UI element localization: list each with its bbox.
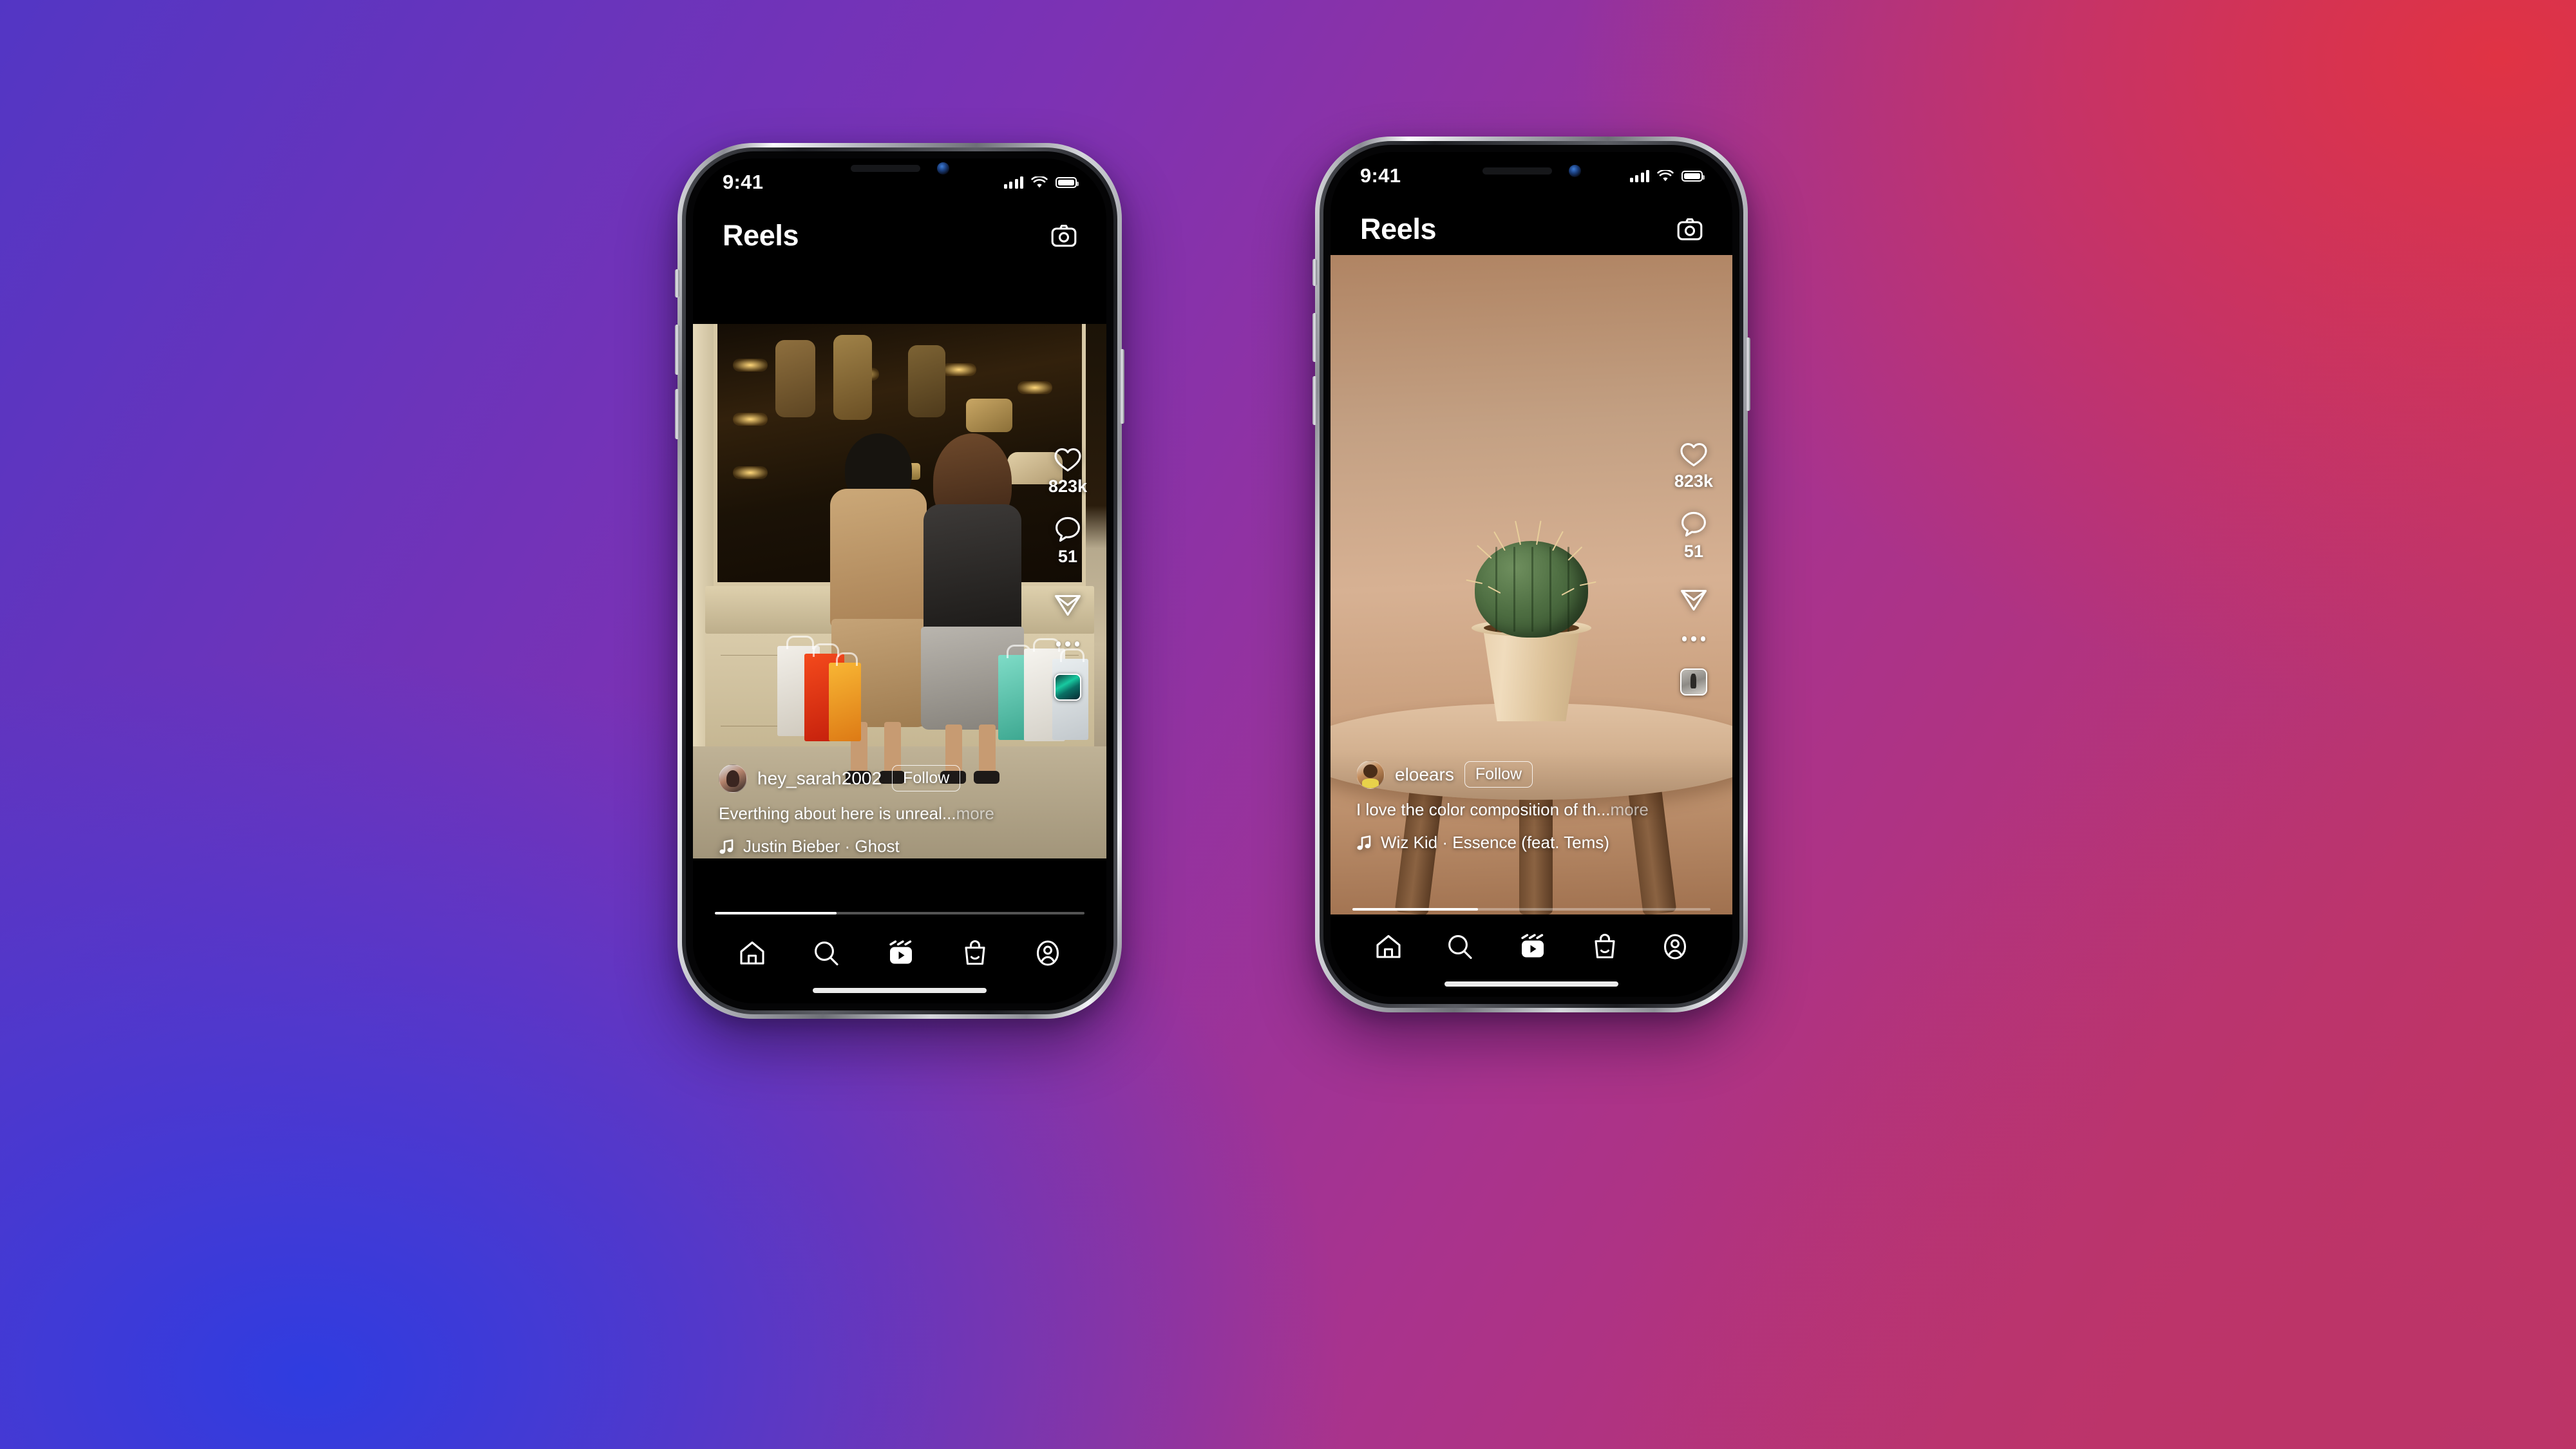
volume-up-button[interactable] (1312, 313, 1317, 362)
comment-count: 51 (1057, 547, 1077, 566)
reel-viewport-left[interactable]: 823k 51 hey_sarah2002 Follow Everthing a… (693, 261, 1106, 921)
signal-bars-icon (1003, 176, 1023, 189)
follow-button[interactable]: Follow (892, 764, 961, 792)
sidebar-item-search[interactable] (1446, 933, 1473, 960)
music-note-icon (1357, 835, 1371, 850)
power-button[interactable] (1120, 349, 1124, 424)
sidebar-item-search[interactable] (813, 940, 840, 967)
home-indicator[interactable] (1444, 981, 1618, 987)
page-title: Reels (1360, 213, 1437, 245)
sidebar-item-reels[interactable] (887, 940, 915, 966)
follow-button[interactable]: Follow (1464, 761, 1533, 788)
status-time: 9:41 (723, 171, 764, 193)
caption-more-link[interactable]: more (956, 804, 994, 823)
like-action[interactable]: 823k (1674, 442, 1713, 491)
caption-body: I love the color composition of th... (1356, 799, 1611, 819)
action-rail-left: 823k 51 (1048, 447, 1087, 701)
caption-more-link[interactable]: more (1611, 800, 1649, 819)
reel-progress-bar[interactable] (715, 912, 1084, 914)
sidebar-item-profile[interactable] (1662, 933, 1688, 960)
mockup-stage: 9:41 Reels 823k 51 hey_sarah2002 Follow … (0, 0, 2576, 1449)
more-options-icon[interactable] (1056, 641, 1080, 647)
battery-icon (1681, 170, 1705, 182)
music-note-icon (719, 838, 734, 854)
phone-mockup-left: 9:41 Reels 823k 51 hey_sarah2002 Follow … (675, 143, 1124, 1019)
phone-screen-left: 9:41 Reels 823k 51 hey_sarah2002 Follow … (693, 158, 1106, 1003)
avatar[interactable] (719, 764, 747, 793)
album-art-thumbnail[interactable] (1680, 668, 1707, 696)
comment-action[interactable]: 51 (1054, 516, 1081, 567)
phone-screen-right: 9:41 Reels 823k 51 eloears Follow I love… (1331, 152, 1732, 997)
camera-icon[interactable] (1051, 224, 1077, 247)
reel-progress-fill (1352, 908, 1478, 911)
camera-icon[interactable] (1677, 218, 1703, 241)
reel-progress-bar[interactable] (1352, 908, 1710, 911)
signal-bars-icon (1629, 169, 1649, 182)
reel-progress-fill (715, 912, 837, 914)
post-info-left: hey_sarah2002 Follow Everthing about her… (693, 764, 1106, 857)
wifi-icon (1657, 169, 1674, 181)
like-count: 823k (1048, 477, 1087, 496)
battery-icon (1056, 176, 1079, 188)
comment-count: 51 (1683, 542, 1703, 561)
status-bar-right: 9:41 (1331, 152, 1732, 200)
reel-viewport-right[interactable]: 823k 51 eloears Follow I love the color … (1331, 255, 1732, 914)
page-title: Reels (723, 219, 799, 252)
more-options-icon[interactable] (1681, 636, 1706, 641)
username[interactable]: hey_sarah2002 (757, 768, 882, 789)
sidebar-item-reels[interactable] (1519, 934, 1547, 960)
comment-bubble-icon[interactable] (1054, 516, 1081, 543)
like-action[interactable]: 823k (1048, 447, 1087, 497)
heart-icon[interactable] (1680, 442, 1708, 468)
sidebar-item-shop[interactable] (1592, 933, 1618, 960)
like-count: 823k (1674, 471, 1713, 491)
music-title: Justin Bieber · Ghost (743, 837, 900, 856)
comment-bubble-icon[interactable] (1680, 511, 1707, 538)
post-info-right: eloears Follow I love the color composit… (1331, 760, 1732, 853)
user-row: hey_sarah2002 Follow (719, 764, 1081, 793)
avatar[interactable] (1356, 760, 1385, 789)
volume-down-button[interactable] (1312, 376, 1317, 425)
app-header-left: Reels (693, 206, 1106, 261)
person-right (908, 433, 1088, 794)
volume-down-button[interactable] (675, 389, 679, 439)
status-bar-left: 9:41 (693, 158, 1106, 206)
paper-plane-icon[interactable] (1054, 591, 1082, 617)
power-button[interactable] (1746, 337, 1750, 411)
caption-text[interactable]: I love the color composition of th...mor… (1356, 799, 1707, 820)
username[interactable]: eloears (1395, 764, 1454, 785)
caption-text[interactable]: Everthing about here is unreal...more (719, 803, 1081, 824)
mute-switch-button[interactable] (675, 269, 679, 298)
home-indicator[interactable] (813, 988, 987, 993)
mute-switch-button[interactable] (1312, 259, 1317, 286)
caption-body: Everthing about here is unreal... (719, 803, 956, 823)
status-time: 9:41 (1360, 164, 1401, 187)
music-row[interactable]: Justin Bieber · Ghost (719, 837, 1081, 857)
volume-up-button[interactable] (675, 325, 679, 375)
action-rail-right: 823k 51 (1674, 442, 1713, 696)
paper-plane-icon[interactable] (1680, 586, 1708, 612)
music-title: Wiz Kid · Essence (feat. Tems) (1381, 833, 1609, 852)
album-art-thumbnail[interactable] (1054, 673, 1081, 701)
sidebar-item-profile[interactable] (1035, 940, 1061, 967)
sidebar-item-shop[interactable] (962, 940, 988, 967)
music-row[interactable]: Wiz Kid · Essence (feat. Tems) (1356, 833, 1707, 853)
app-header-right: Reels (1331, 200, 1732, 255)
user-row: eloears Follow (1356, 760, 1707, 789)
sidebar-item-home[interactable] (739, 940, 766, 966)
sidebar-item-home[interactable] (1375, 934, 1402, 960)
heart-icon[interactable] (1054, 447, 1082, 473)
comment-action[interactable]: 51 (1680, 511, 1707, 562)
wifi-icon (1031, 176, 1048, 187)
phone-mockup-right: 9:41 Reels 823k 51 eloears Follow I love… (1312, 137, 1750, 1012)
